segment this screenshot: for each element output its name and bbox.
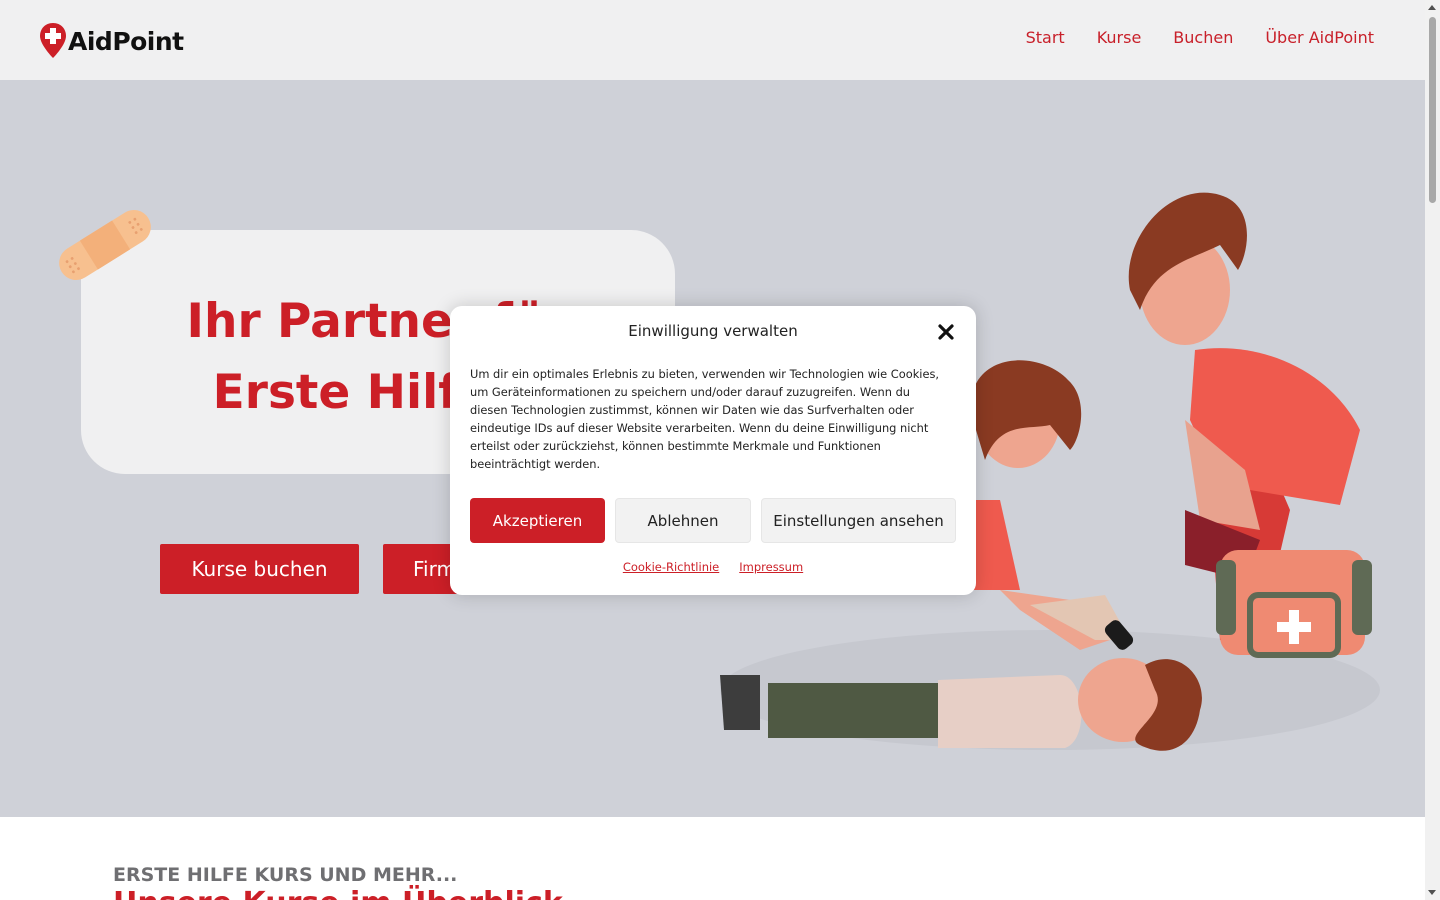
bandaid-icon: [50, 200, 160, 294]
deny-button[interactable]: Ablehnen: [615, 498, 751, 543]
accept-button[interactable]: Akzeptieren: [470, 498, 605, 543]
scroll-down-arrow-icon[interactable]: [1428, 890, 1436, 895]
imprint-link[interactable]: Impressum: [739, 560, 803, 574]
consent-links: Cookie-Richtlinie Impressum: [450, 560, 976, 574]
main-nav: Start Kurse Buchen Über AidPoint: [1026, 28, 1374, 47]
nav-kurse[interactable]: Kurse: [1097, 28, 1142, 47]
consent-dialog: Einwilligung verwalten Um dir ein optima…: [450, 306, 976, 595]
page-scrollbar[interactable]: [1425, 0, 1440, 900]
nav-start[interactable]: Start: [1026, 28, 1065, 47]
scroll-up-arrow-icon[interactable]: [1428, 5, 1436, 10]
nav-ueber[interactable]: Über AidPoint: [1265, 28, 1374, 47]
consent-text: Um dir ein optimales Erlebnis zu bieten,…: [470, 367, 940, 471]
site-header: AidPoint Start Kurse Buchen Über AidPoin…: [0, 0, 1425, 80]
section-heading: Unsere Kurse im Überblick: [113, 886, 563, 900]
cookie-policy-link[interactable]: Cookie-Richtlinie: [623, 560, 719, 574]
kurse-buchen-button[interactable]: Kurse buchen: [160, 544, 359, 594]
logo[interactable]: AidPoint: [38, 22, 184, 60]
view-settings-button[interactable]: Einstellungen ansehen: [761, 498, 956, 543]
consent-title: Einwilligung verwalten: [628, 322, 798, 340]
location-pin-cross-icon: [38, 22, 68, 60]
logo-text: AidPoint: [68, 26, 184, 56]
nav-buchen[interactable]: Buchen: [1173, 28, 1233, 47]
section-kicker: ERSTE HILFE KURS UND MEHR...: [113, 864, 458, 886]
close-icon[interactable]: [937, 323, 955, 341]
scrollbar-thumb[interactable]: [1429, 17, 1436, 203]
